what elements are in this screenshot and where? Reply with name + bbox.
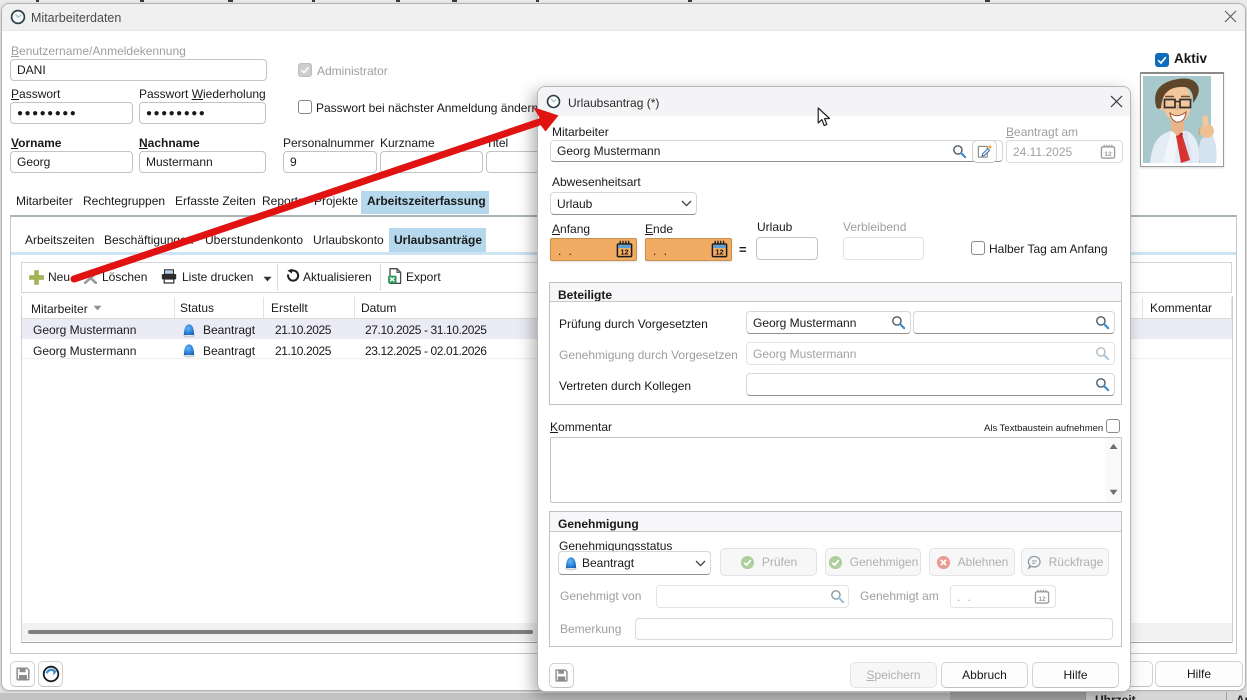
svg-text:12: 12 — [1104, 151, 1112, 158]
svg-text:12: 12 — [715, 248, 723, 257]
svg-text:12: 12 — [1038, 596, 1046, 603]
svg-text:12: 12 — [620, 248, 628, 257]
